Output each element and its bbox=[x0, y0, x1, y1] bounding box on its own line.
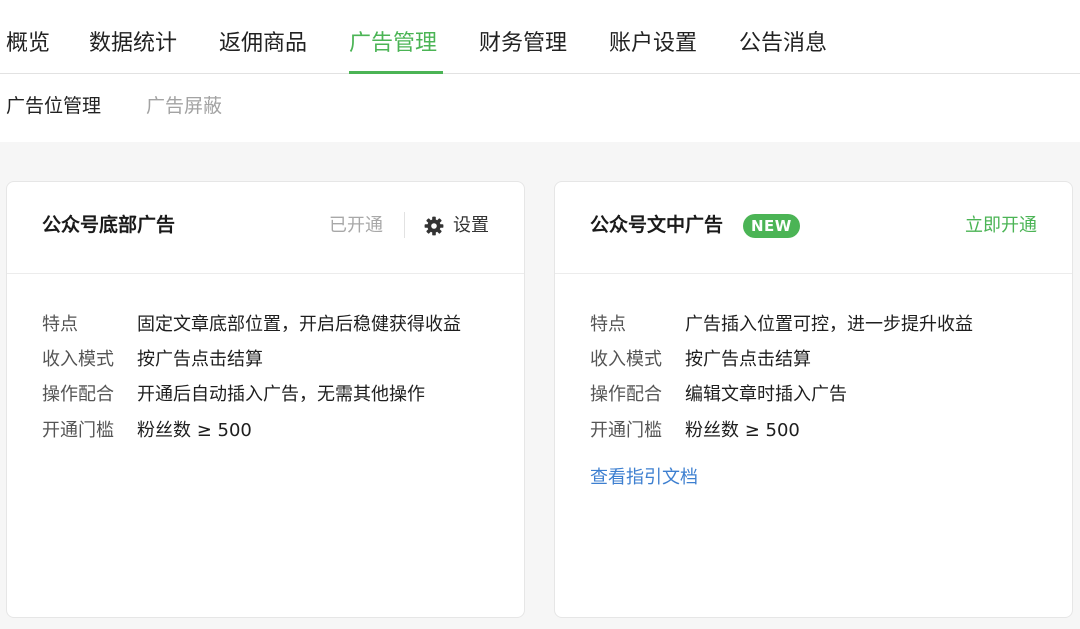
tab-rebate-products[interactable]: 返佣商品 bbox=[219, 28, 307, 60]
feature-value: 按广告点击结算 bbox=[685, 349, 811, 370]
tab-data-statistics[interactable]: 数据统计 bbox=[89, 28, 177, 60]
feature-row-characteristic: 特点 广告插入位置可控，进一步提升收益 bbox=[590, 310, 973, 340]
feature-label: 收入模式 bbox=[590, 349, 662, 370]
settings-button[interactable]: 设置 bbox=[424, 212, 489, 240]
tab-announcements[interactable]: 公告消息 bbox=[739, 28, 827, 60]
header-divider bbox=[404, 212, 405, 238]
feature-label: 特点 bbox=[590, 314, 626, 335]
tab-ad-management[interactable]: 广告管理 bbox=[349, 28, 437, 60]
feature-row-threshold: 开通门槛 粉丝数 ≥ 500 bbox=[42, 416, 252, 446]
subtab-ad-blocking[interactable]: 广告屏蔽 bbox=[146, 92, 222, 120]
gear-icon bbox=[424, 216, 444, 236]
feature-label: 收入模式 bbox=[42, 349, 114, 370]
new-badge: NEW bbox=[743, 214, 800, 238]
feature-row-operation: 操作配合 编辑文章时插入广告 bbox=[590, 380, 847, 410]
status-enabled: 已开通 bbox=[329, 215, 383, 236]
sub-nav: 广告位管理 广告屏蔽 bbox=[0, 74, 1080, 142]
settings-label: 设置 bbox=[453, 215, 489, 236]
feature-value: 粉丝数 ≥ 500 bbox=[685, 420, 800, 441]
tab-overview[interactable]: 概览 bbox=[6, 28, 50, 60]
feature-value: 粉丝数 ≥ 500 bbox=[137, 420, 252, 441]
subtab-ad-slot-management[interactable]: 广告位管理 bbox=[6, 92, 101, 120]
feature-label: 开通门槛 bbox=[42, 420, 114, 441]
feature-row-revenue-mode: 收入模式 按广告点击结算 bbox=[590, 345, 811, 375]
view-guide-doc-link[interactable]: 查看指引文档 bbox=[590, 463, 698, 493]
feature-value: 广告插入位置可控，进一步提升收益 bbox=[685, 314, 973, 335]
feature-value: 按广告点击结算 bbox=[137, 349, 263, 370]
card-header: 公众号底部广告 已开通 设置 bbox=[7, 182, 524, 274]
card-header: 公众号文中广告 NEW 立即开通 bbox=[555, 182, 1072, 274]
card-title: 公众号文中广告 bbox=[590, 214, 724, 236]
feature-value: 开通后自动插入广告，无需其他操作 bbox=[137, 384, 425, 405]
card-title: 公众号底部广告 bbox=[42, 214, 176, 236]
ad-card-in-article: 公众号文中广告 NEW 立即开通 特点 广告插入位置可控，进一步提升收益 收入模式… bbox=[554, 181, 1073, 618]
top-nav: 概览 数据统计 返佣商品 广告管理 财务管理 账户设置 公告消息 bbox=[0, 0, 1080, 74]
feature-value: 固定文章底部位置，开启后稳健获得收益 bbox=[137, 314, 461, 335]
feature-row-threshold: 开通门槛 粉丝数 ≥ 500 bbox=[590, 416, 800, 446]
feature-label: 操作配合 bbox=[590, 384, 662, 405]
tab-finance-management[interactable]: 财务管理 bbox=[479, 28, 567, 60]
feature-row-revenue-mode: 收入模式 按广告点击结算 bbox=[42, 345, 263, 375]
feature-value: 编辑文章时插入广告 bbox=[685, 384, 847, 405]
feature-row-operation: 操作配合 开通后自动插入广告，无需其他操作 bbox=[42, 380, 425, 410]
feature-label: 开通门槛 bbox=[590, 420, 662, 441]
feature-label: 特点 bbox=[42, 314, 78, 335]
activate-now-link[interactable]: 立即开通 bbox=[965, 213, 1037, 239]
feature-row-characteristic: 特点 固定文章底部位置，开启后稳健获得收益 bbox=[42, 310, 461, 340]
ad-card-bottom: 公众号底部广告 已开通 设置 特点 固定文章底部位置，开启后稳健获得收益 收入模… bbox=[6, 181, 525, 618]
tab-account-settings[interactable]: 账户设置 bbox=[609, 28, 697, 60]
feature-label: 操作配合 bbox=[42, 384, 114, 405]
